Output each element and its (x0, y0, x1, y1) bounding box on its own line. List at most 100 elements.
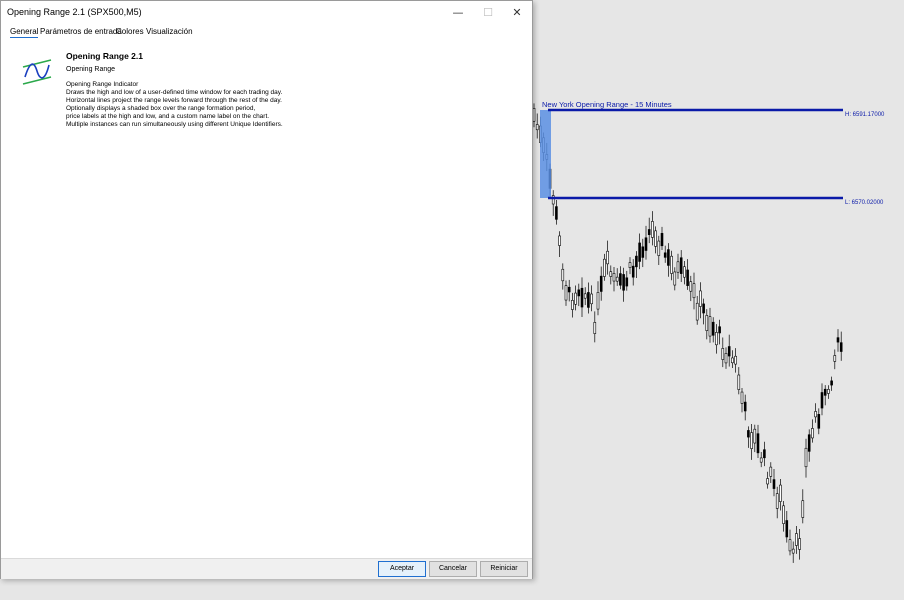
description-line: Draws the high and low of a user-defined… (66, 89, 283, 96)
candle-body (635, 255, 638, 268)
candle-body (532, 108, 536, 122)
candle-body (743, 401, 747, 412)
range-high-label: H: 6591.17000 (845, 112, 885, 118)
candle-body (689, 281, 693, 292)
indicator-name: Opening Range 2.1 (66, 51, 143, 61)
candle-body (836, 337, 840, 343)
candle-body (587, 292, 590, 308)
description-line: Opening Range Indicator (66, 81, 139, 88)
candle-body (699, 290, 702, 307)
candle-body (590, 293, 593, 305)
candle-body (651, 221, 654, 238)
candle-body (740, 391, 744, 404)
indicator-icon (22, 59, 52, 85)
range-low-label: L: 6570.02000 (845, 200, 884, 206)
candle-body (727, 346, 731, 357)
candle-body (670, 255, 673, 274)
candle-body (641, 246, 645, 258)
ok-button[interactable]: Aceptar (378, 561, 426, 577)
candle-body (715, 332, 718, 346)
candle-body (583, 293, 587, 299)
candle-body (827, 389, 830, 394)
candle-body (628, 262, 632, 268)
candle-body (718, 326, 721, 334)
candle-body (567, 286, 571, 293)
description-line: price labels at the high and low, and a … (66, 113, 270, 120)
candle-body (612, 273, 616, 282)
candle-body (606, 250, 609, 265)
tab-general[interactable]: General (10, 27, 39, 38)
cancel-button[interactable]: Cancelar (429, 561, 477, 577)
candle-body (692, 283, 696, 299)
candle-body (615, 276, 619, 282)
minimize-icon[interactable]: — (443, 1, 473, 25)
candle-body (676, 261, 680, 273)
range-name-label: New York Opening Range - 15 Minutes (542, 100, 672, 109)
candle-body (535, 124, 539, 131)
candle-body (644, 237, 648, 251)
candle-body (753, 428, 757, 444)
candle-body (657, 240, 661, 256)
candle-body (750, 432, 753, 449)
candle-body (683, 266, 686, 278)
candle-body (577, 289, 581, 297)
candle-body (702, 303, 705, 314)
candle-body (817, 414, 821, 429)
candle-body (756, 433, 760, 454)
candle-body (734, 355, 737, 365)
candle-body (814, 411, 817, 418)
maximize-icon[interactable]: ☐ (473, 1, 503, 25)
reset-button[interactable]: Reiniciar (480, 561, 528, 577)
tab-visualization[interactable]: Visualización (146, 27, 193, 36)
description-line: Optionally displays a shaded box over th… (66, 105, 256, 112)
candle-body (804, 447, 808, 468)
candle-body (625, 277, 629, 287)
tab-colors[interactable]: Colores (116, 27, 144, 36)
candle-body (791, 548, 795, 554)
candle-body (574, 292, 577, 305)
candle-body (660, 233, 664, 247)
description-line: Multiple instances can run simultaneousl… (66, 121, 283, 128)
candle-body (769, 466, 773, 477)
candle-body (731, 357, 734, 364)
candle-body (622, 274, 625, 291)
dialog-title: Opening Range 2.1 (SPX500,M5) (7, 7, 142, 17)
dialog-footer: Aceptar Cancelar Reiniciar (1, 558, 532, 579)
candle-body (763, 449, 766, 459)
indicator-description: Opening Range Indicator Draws the high a… (66, 81, 283, 129)
candle-body (839, 342, 843, 352)
candle-body (564, 285, 568, 301)
candle-body (795, 533, 798, 546)
candle-body (833, 355, 837, 362)
candle-body (638, 242, 641, 262)
candle-body (580, 287, 584, 308)
candle-body (667, 249, 670, 266)
dialog-titlebar[interactable]: Opening Range 2.1 (SPX500,M5) — ☐ ✕ (1, 1, 532, 25)
candle-body (724, 353, 728, 364)
candle-body (759, 457, 763, 463)
indicator-properties-dialog: Opening Range 2.1 (SPX500,M5) — ☐ ✕ Gene… (0, 0, 533, 579)
candle-body (801, 500, 805, 518)
candle-body (679, 257, 683, 274)
candle-body (747, 430, 750, 438)
candle-body (711, 321, 715, 336)
candle-body (599, 275, 603, 292)
candle-body (788, 539, 792, 552)
candle-body (705, 315, 709, 331)
candle-body (830, 380, 833, 386)
close-icon[interactable]: ✕ (502, 1, 532, 25)
candle-body (708, 316, 712, 337)
candle-body (811, 428, 814, 439)
candle-body (785, 520, 789, 538)
candle-body (561, 268, 565, 282)
candle-body (596, 292, 600, 310)
candle-body (766, 478, 769, 485)
candle-body (779, 484, 782, 502)
indicator-subtitle: Opening Range (66, 66, 116, 73)
tab-input-parameters[interactable]: Parámetros de entrada (40, 27, 122, 36)
candle-body (673, 271, 677, 286)
candle-body (654, 230, 657, 247)
candle-body (782, 505, 785, 524)
candle-body (555, 206, 558, 220)
candle-body (558, 235, 561, 246)
